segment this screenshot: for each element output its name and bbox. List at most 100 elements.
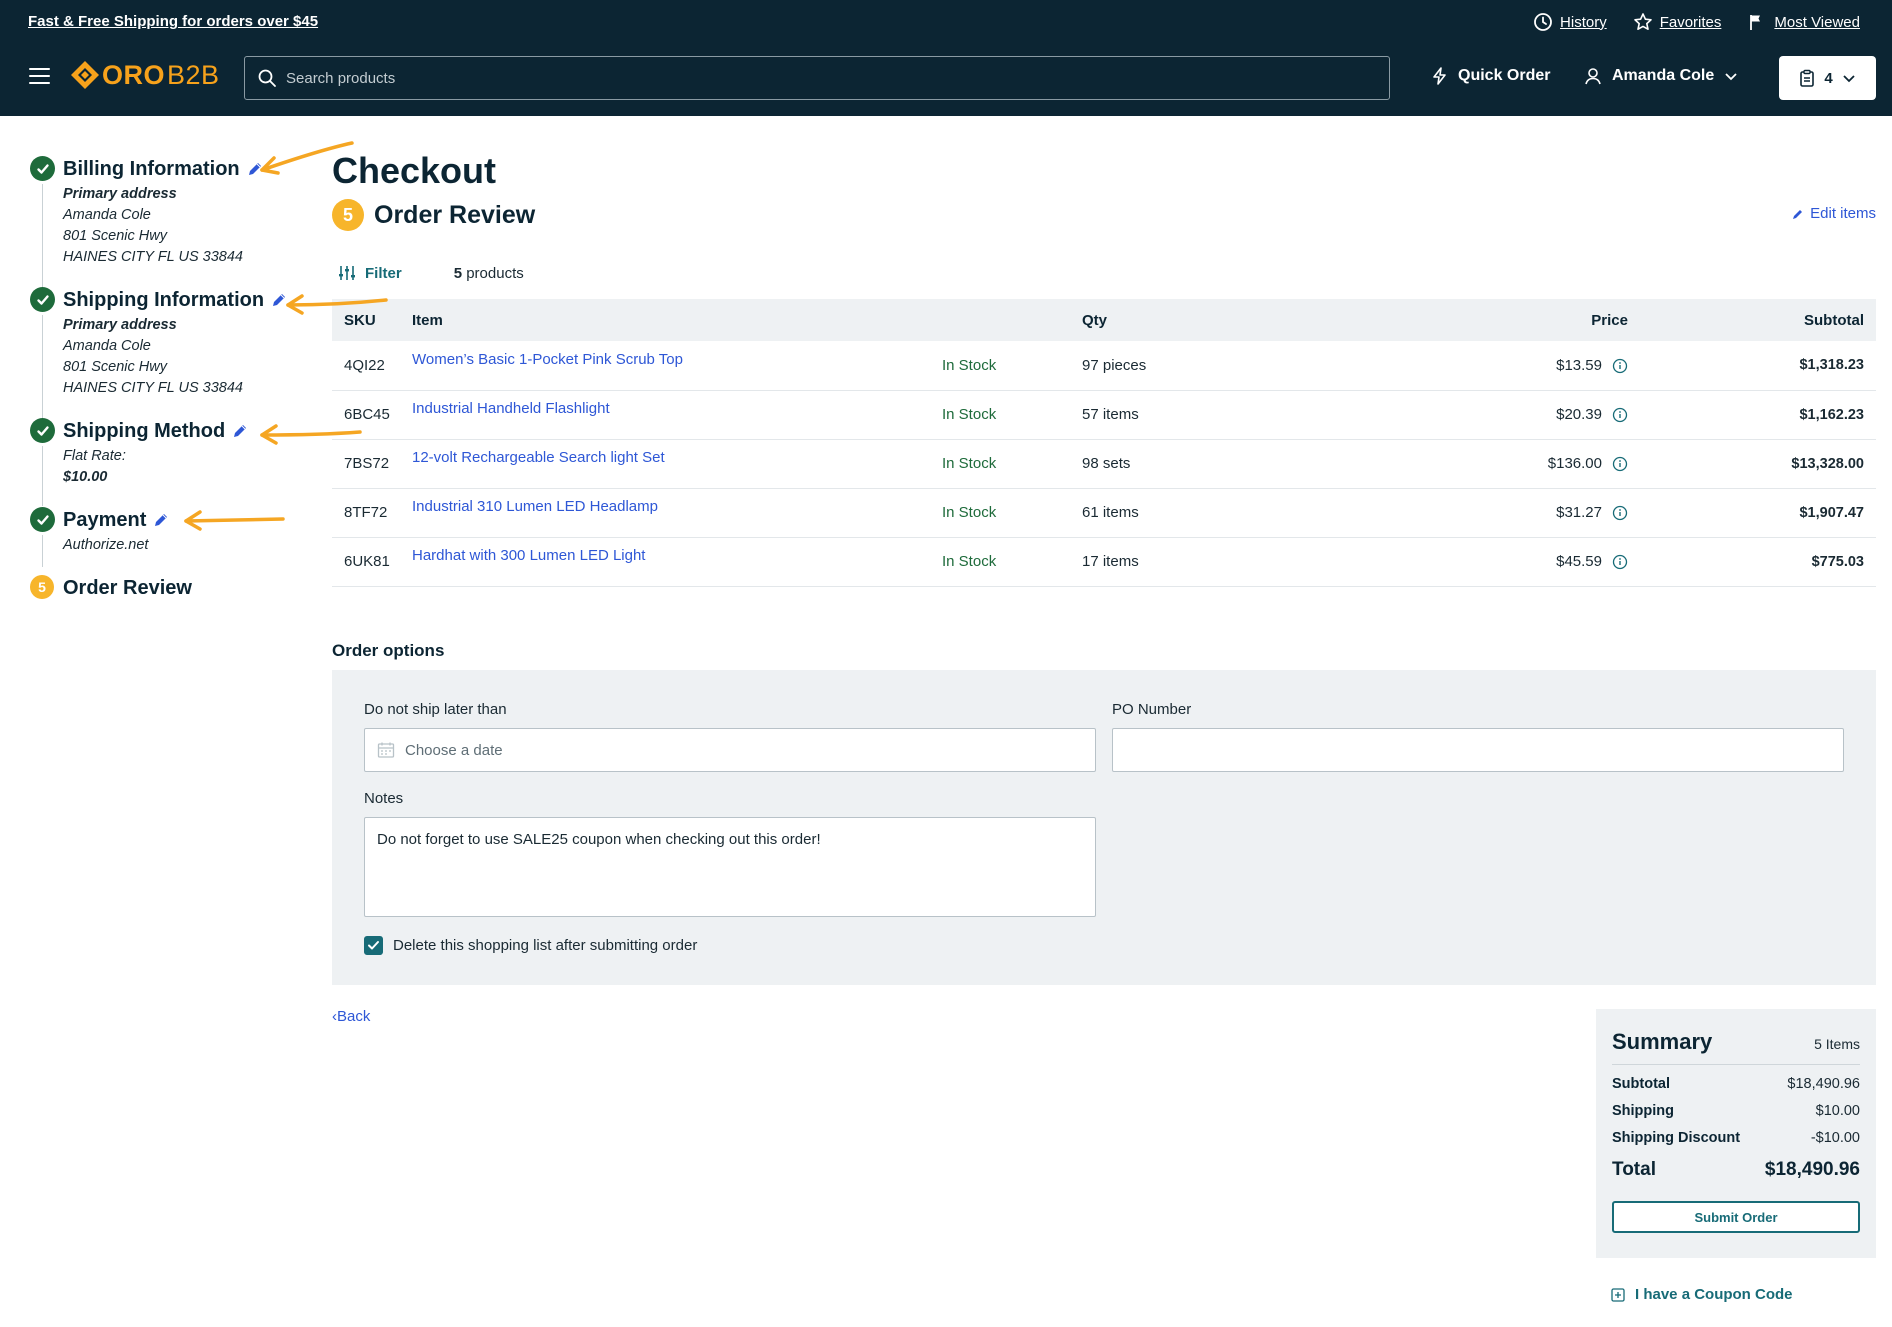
sku-cell: 8TF72 xyxy=(332,488,412,538)
menu-icon[interactable] xyxy=(29,68,50,84)
info-icon[interactable] xyxy=(1612,358,1628,374)
chevron-down-icon xyxy=(1843,75,1855,83)
logo-text-b2b: B2B xyxy=(167,59,220,90)
subtotal-cell: $775.03 xyxy=(1642,537,1876,587)
step-line: HAINES CITY FL US 33844 xyxy=(63,380,243,396)
coupon-code-link[interactable]: I have a Coupon Code xyxy=(1611,1286,1793,1303)
col-item: Item xyxy=(412,299,942,341)
search-input[interactable] xyxy=(286,69,1366,87)
submit-order-button[interactable]: Submit Order xyxy=(1612,1201,1860,1233)
step-number: 5 xyxy=(30,575,54,599)
step-shipping-info: Shipping Information Primary address Ama… xyxy=(30,285,320,416)
user-name: Amanda Cole xyxy=(1612,67,1715,84)
price-cell: $45.59 xyxy=(1342,537,1642,587)
delete-list-label: Delete this shopping list after submitti… xyxy=(393,937,698,954)
qty-cell: 61 items xyxy=(1082,488,1342,538)
step-line: Authorize.net xyxy=(63,537,149,553)
info-icon[interactable] xyxy=(1612,407,1628,423)
notes-textarea[interactable]: Do not forget to use SALE25 coupon when … xyxy=(364,817,1096,917)
info-icon[interactable] xyxy=(1612,505,1628,521)
po-number-input[interactable] xyxy=(1112,728,1844,772)
quick-order-button[interactable]: Quick Order xyxy=(1430,66,1550,86)
item-cell: Women’s Basic 1-Pocket Pink Scrub Top xyxy=(412,341,942,391)
qty-cell: 98 sets xyxy=(1082,439,1342,489)
check-icon xyxy=(30,287,55,312)
summary-item-count: 5 Items xyxy=(1814,1036,1860,1052)
back-link[interactable]: ‹Back xyxy=(332,1008,370,1025)
user-menu[interactable]: Amanda Cole xyxy=(1583,66,1739,86)
col-sku: SKU xyxy=(332,299,412,341)
flag-icon xyxy=(1750,15,1761,30)
product-link[interactable]: Hardhat with 300 Lumen LED Light xyxy=(412,547,645,564)
quick-order-label: Quick Order xyxy=(1458,67,1551,84)
product-link[interactable]: Industrial Handheld Flashlight xyxy=(412,400,610,417)
search-box xyxy=(244,56,1390,100)
summary-title: Summary xyxy=(1612,1029,1713,1054)
col-stock xyxy=(942,299,1082,341)
summary-discount: Shipping Discount -$10.00 xyxy=(1612,1130,1860,1146)
summary-shipping: Shipping $10.00 xyxy=(1612,1103,1860,1119)
step-rail xyxy=(42,315,43,420)
qty-cell: 97 pieces xyxy=(1082,341,1342,391)
pencil-icon[interactable] xyxy=(152,511,170,529)
history-icon xyxy=(1534,13,1552,31)
item-cell: Hardhat with 300 Lumen LED Light xyxy=(412,537,942,587)
pencil-icon[interactable] xyxy=(246,160,264,178)
favorites-link[interactable]: Favorites xyxy=(1633,12,1722,32)
most-viewed-label: Most Viewed xyxy=(1774,13,1860,31)
history-link[interactable]: History xyxy=(1533,12,1607,32)
edit-items-link[interactable]: Edit items xyxy=(1791,205,1876,222)
price-cell: $13.59 xyxy=(1342,341,1642,391)
product-link[interactable]: Industrial 310 Lumen LED Headlamp xyxy=(412,498,658,515)
step-order-review: 5 Order Review xyxy=(30,573,320,603)
table-row: 7BS72 12-volt Rechargeable Search light … xyxy=(332,439,1876,489)
table-row: 4QI22 Women’s Basic 1-Pocket Pink Scrub … xyxy=(332,341,1876,391)
site-logo[interactable]: ORO B2B xyxy=(70,58,220,92)
product-link[interactable]: 12-volt Rechargeable Search light Set xyxy=(412,449,665,466)
filter-button[interactable]: Filter xyxy=(338,264,402,282)
checkout-steps: Billing Information Primary address Aman… xyxy=(30,154,320,603)
favorites-label: Favorites xyxy=(1659,13,1722,31)
shopping-list-button[interactable]: 4 xyxy=(1779,56,1876,100)
step-title: Shipping Method xyxy=(63,416,320,446)
item-cell: 12-volt Rechargeable Search light Set xyxy=(412,439,942,489)
sku-cell: 6UK81 xyxy=(332,537,412,587)
most-viewed-link[interactable]: Most Viewed xyxy=(1747,12,1860,32)
ship-date-input[interactable]: Choose a date xyxy=(364,728,1096,772)
step-line: 801 Scenic Hwy xyxy=(63,228,167,244)
step-line: $10.00 xyxy=(63,469,108,485)
delete-list-checkbox[interactable] xyxy=(364,936,383,955)
stock-cell: In Stock xyxy=(942,341,1082,391)
table-row: 8TF72 Industrial 310 Lumen LED Headlamp … xyxy=(332,488,1876,538)
col-price: Price xyxy=(1342,299,1642,341)
promo-link[interactable]: Fast & Free Shipping for orders over $45 xyxy=(28,13,318,30)
po-number-label: PO Number xyxy=(1112,701,1192,718)
step-line: Flat Rate: xyxy=(63,448,126,464)
section-number: 5 xyxy=(332,199,364,231)
filter-row: Filter 5 products xyxy=(338,264,524,282)
filter-sliders-icon xyxy=(339,266,355,280)
step-rail xyxy=(42,535,43,567)
info-icon[interactable] xyxy=(1612,456,1628,472)
product-link[interactable]: Women’s Basic 1-Pocket Pink Scrub Top xyxy=(412,351,683,368)
col-qty: Qty xyxy=(1082,299,1342,341)
step-payment: Payment Authorize.net xyxy=(30,505,320,573)
edit-items-label: Edit items xyxy=(1810,205,1876,222)
order-options-title: Order options xyxy=(332,641,445,660)
delete-list-option: Delete this shopping list after submitti… xyxy=(364,936,697,955)
pencil-icon[interactable] xyxy=(270,291,288,309)
table-row: 6UK81 Hardhat with 300 Lumen LED Light I… xyxy=(332,537,1876,587)
stock-cell: In Stock xyxy=(942,439,1082,489)
search-icon xyxy=(258,69,276,87)
stock-cell: In Stock xyxy=(942,488,1082,538)
chevron-down-icon xyxy=(1725,73,1737,81)
check-icon xyxy=(30,507,55,532)
sku-cell: 4QI22 xyxy=(332,341,412,391)
page-title: Checkout xyxy=(332,150,497,191)
subtotal-cell: $13,328.00 xyxy=(1642,439,1876,489)
info-icon[interactable] xyxy=(1612,554,1628,570)
qty-cell: 17 items xyxy=(1082,537,1342,587)
step-line: Primary address xyxy=(63,317,177,333)
notes-label: Notes xyxy=(364,790,404,807)
pencil-icon[interactable] xyxy=(231,422,249,440)
